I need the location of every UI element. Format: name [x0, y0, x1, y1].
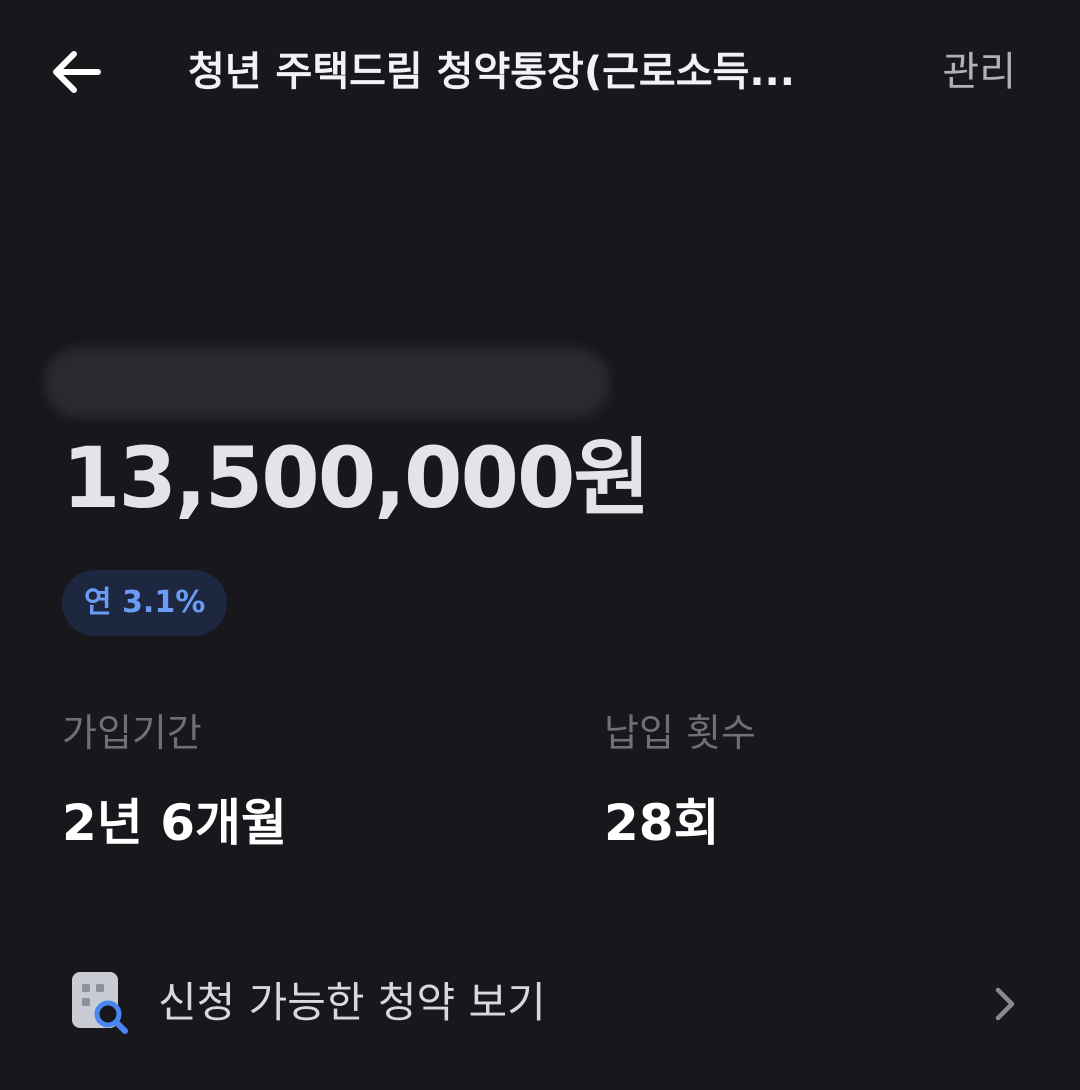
building-search-icon	[72, 972, 128, 1034]
subscription-period: 가입기간 2년 6개월	[62, 700, 287, 856]
chevron-right-icon	[995, 987, 1015, 1021]
payment-count: 납입 횟수 28회	[604, 700, 756, 856]
page-title: 청년 주택드림 청약통장(근로소득...	[188, 49, 795, 95]
redacted-account-name	[44, 348, 610, 418]
arrow-left-icon	[53, 51, 101, 93]
payment-count-value: 28회	[604, 794, 720, 852]
view-available-subscriptions-label: 신청 가능한 청약 보기	[158, 978, 546, 1027]
back-button[interactable]	[40, 36, 112, 108]
manage-button[interactable]: 관리	[942, 40, 1016, 104]
payment-count-label: 납입 횟수	[604, 711, 756, 755]
subscription-period-value: 2년 6개월	[62, 794, 287, 852]
interest-rate-badge: 연 3.1%	[62, 570, 228, 636]
top-app-bar: 청년 주택드림 청약통장(근로소득... 관리	[0, 0, 1080, 144]
view-available-subscriptions-row[interactable]: 신청 가능한 청약 보기	[0, 948, 1080, 1058]
subscription-period-label: 가입기간	[62, 711, 202, 755]
account-balance: 13,500,000원	[62, 429, 651, 527]
